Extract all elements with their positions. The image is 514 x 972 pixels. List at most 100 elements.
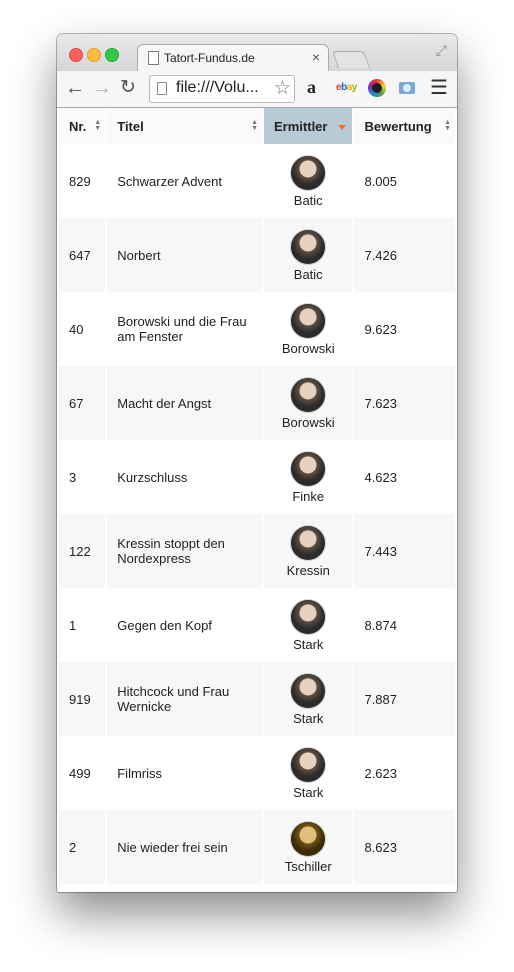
- page-content: Nr. ▲ ▼ Titel ▲ ▼ Ermittler Bewertung ▲ ▼: [57, 108, 457, 892]
- address-bar[interactable]: file:///Volu... ☆: [149, 75, 295, 103]
- cell-nr: 1: [59, 588, 106, 662]
- column-header-nr[interactable]: Nr. ▲ ▼: [59, 108, 106, 144]
- investigator-name: Kressin: [286, 562, 330, 578]
- url-text[interactable]: file:///Volu...: [176, 79, 259, 97]
- investigator-name: Stark: [293, 784, 324, 800]
- investigator-name: Stark: [293, 636, 324, 652]
- column-header-titel[interactable]: Titel ▲ ▼: [107, 108, 263, 144]
- browser-window: Tatort-Fundus.de × ⤢ ← → ↻ file:///Volu.…: [57, 34, 457, 892]
- investigator-name: Finke: [292, 488, 325, 504]
- new-tab-button[interactable]: [331, 51, 371, 68]
- investigator-avatar: [290, 524, 327, 561]
- sort-icon: ▲ ▼: [251, 119, 259, 132]
- browser-toolbar: ← → ↻ file:///Volu... ☆ a ebay ☰: [57, 71, 457, 108]
- cell-ermittler: Tschiller: [264, 810, 353, 884]
- table-row[interactable]: 122 Kressin stoppt den Nordexpress Kressin…: [59, 514, 455, 588]
- bookmark-star-icon[interactable]: ☆: [274, 77, 291, 100]
- cell-nr: 647: [59, 218, 106, 292]
- cell-bewertung: 4.623: [354, 440, 455, 514]
- tab-strip: Tatort-Fundus.de × ⤢: [57, 34, 457, 72]
- page-icon: [157, 82, 167, 95]
- cell-titel: Norbert: [107, 218, 263, 292]
- investigator-avatar: [290, 154, 327, 191]
- cell-ermittler: Borowski: [264, 366, 353, 440]
- ebay-icon[interactable]: ebay: [336, 82, 357, 93]
- cell-titel: Hitchcock und Frau Wernicke: [107, 662, 263, 736]
- amazon-icon[interactable]: a: [307, 77, 316, 98]
- table-row[interactable]: 3 Kurzschluss Finke 4.623: [59, 440, 455, 514]
- cell-nr: 67: [59, 366, 106, 440]
- investigator-name: Batic: [293, 192, 323, 208]
- investigator-avatar: [290, 746, 327, 783]
- cell-bewertung: 8.005: [354, 144, 455, 218]
- cell-nr: 499: [59, 736, 106, 810]
- table-row[interactable]: 40 Borowski und die Frau am Fenster Borows…: [59, 292, 455, 366]
- cell-ermittler: Batic: [264, 144, 353, 218]
- table-row[interactable]: 829 Schwarzer Advent Batic 8.005: [59, 144, 455, 218]
- sort-icon: ▲ ▼: [94, 119, 102, 132]
- table-row[interactable]: 647 Norbert Batic 7.426: [59, 218, 455, 292]
- table-row[interactable]: 499 Filmriss Stark 2.623: [59, 736, 455, 810]
- maximize-window-button[interactable]: [105, 48, 119, 62]
- cell-ermittler: Stark: [264, 662, 353, 736]
- investigator-avatar: [290, 598, 327, 635]
- header-label: Ermittler: [274, 118, 328, 134]
- cell-nr: 3: [59, 440, 106, 514]
- cell-nr: 829: [59, 144, 106, 218]
- cell-bewertung: 7.443: [354, 514, 455, 588]
- cell-ermittler: Finke: [264, 440, 353, 514]
- header-label: Nr.: [69, 118, 87, 134]
- fullscreen-icon[interactable]: ⤢: [436, 42, 447, 59]
- cell-titel: Schwarzer Advent: [107, 144, 263, 218]
- browser-tab[interactable]: Tatort-Fundus.de ×: [137, 44, 329, 72]
- forward-icon[interactable]: →: [92, 77, 112, 99]
- cell-bewertung: 7.887: [354, 662, 455, 736]
- cell-ermittler: Stark: [264, 588, 353, 662]
- sort-icon: ▲ ▼: [444, 119, 451, 132]
- cell-ermittler: Stark: [264, 736, 353, 810]
- investigator-avatar: [290, 450, 327, 487]
- cell-bewertung: 9.623: [354, 292, 455, 366]
- column-header-bewertung[interactable]: Bewertung ▲ ▼: [354, 108, 455, 144]
- cell-titel: Filmriss: [107, 736, 263, 810]
- menu-icon[interactable]: ☰: [430, 78, 448, 98]
- close-window-button[interactable]: [69, 48, 83, 62]
- color-picker-icon[interactable]: [368, 79, 386, 97]
- camera-icon[interactable]: [399, 82, 415, 94]
- investigator-avatar: [290, 376, 327, 413]
- cell-bewertung: 7.623: [354, 366, 455, 440]
- cell-titel: Kurzschluss: [107, 440, 263, 514]
- investigator-name: Stark: [293, 710, 324, 726]
- investigator-avatar: [290, 672, 327, 709]
- table-header-row: Nr. ▲ ▼ Titel ▲ ▼ Ermittler Bewertung ▲ ▼: [59, 108, 455, 144]
- table-row[interactable]: 1 Gegen den Kopf Stark 8.874: [59, 588, 455, 662]
- sort-descending-icon: [338, 125, 347, 130]
- cell-ermittler: Borowski: [264, 292, 353, 366]
- investigator-name: Batic: [293, 266, 323, 282]
- cell-bewertung: 8.623: [354, 810, 455, 884]
- table-row[interactable]: 2 Nie wieder frei sein Tschiller 8.623: [59, 810, 455, 884]
- minimize-window-button[interactable]: [87, 48, 101, 62]
- tab-close-icon[interactable]: ×: [312, 49, 320, 65]
- header-label: Titel: [117, 118, 144, 134]
- table-row[interactable]: 67 Macht der Angst Borowski 7.623: [59, 366, 455, 440]
- cell-bewertung: 2.623: [354, 736, 455, 810]
- cell-ermittler: Kressin: [264, 514, 353, 588]
- page-icon: [148, 51, 159, 65]
- cell-titel: Macht der Angst: [107, 366, 263, 440]
- cell-nr: 2: [59, 810, 106, 884]
- investigator-avatar: [290, 302, 327, 339]
- table-row[interactable]: 919 Hitchcock und Frau Wernicke Stark 7.887: [59, 662, 455, 736]
- cell-bewertung: 7.426: [354, 218, 455, 292]
- cell-titel: Kressin stoppt den Nordexpress: [107, 514, 263, 588]
- investigator-name: Borowski: [281, 340, 335, 356]
- cell-titel: Gegen den Kopf: [107, 588, 263, 662]
- cell-titel: Nie wieder frei sein: [107, 810, 263, 884]
- investigator-name: Borowski: [281, 414, 335, 430]
- back-icon[interactable]: ←: [65, 77, 85, 99]
- reload-icon[interactable]: ↻: [120, 77, 136, 99]
- cell-nr: 40: [59, 292, 106, 366]
- column-header-ermittler[interactable]: Ermittler: [264, 108, 353, 144]
- investigator-avatar: [290, 820, 327, 857]
- cell-nr: 919: [59, 662, 106, 736]
